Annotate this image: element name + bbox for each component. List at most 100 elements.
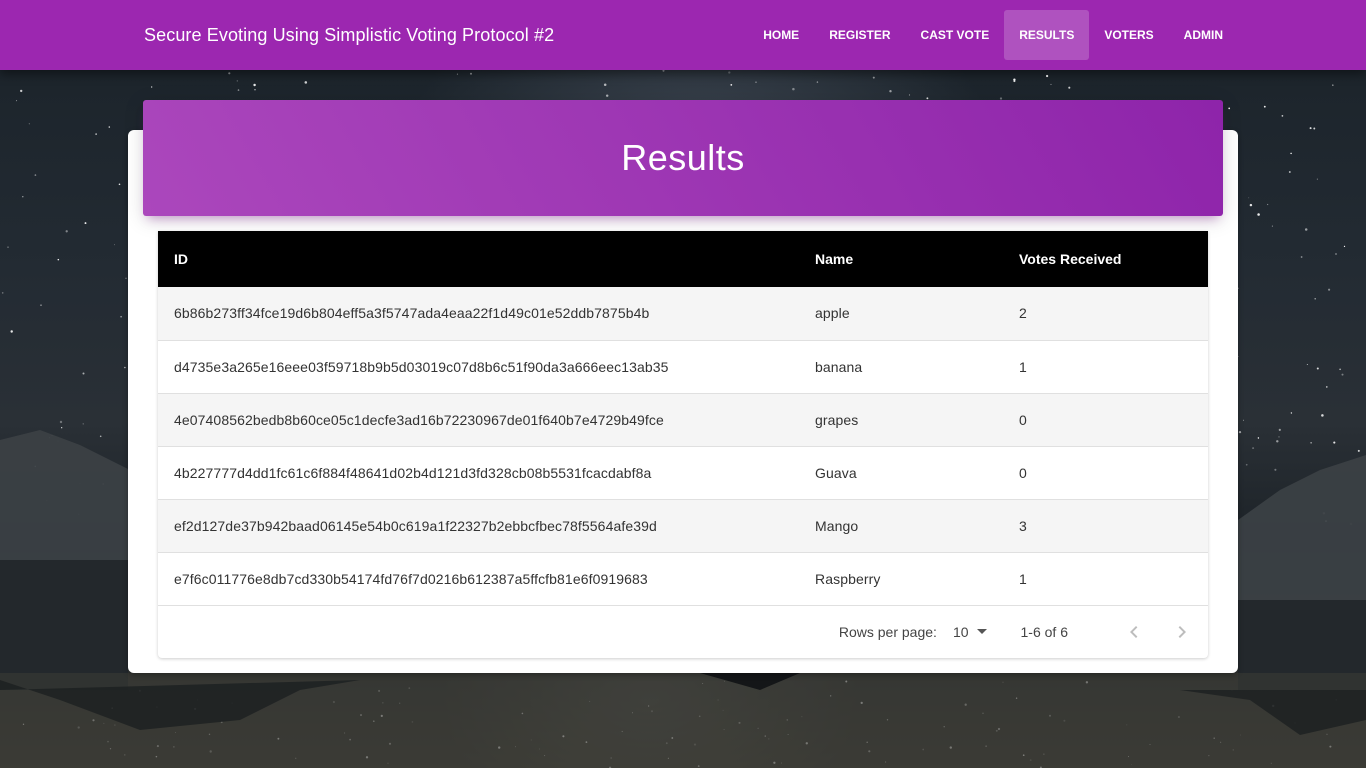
star [236, 80, 238, 82]
star [1304, 228, 1308, 231]
column-header-votes[interactable]: Votes Received [1003, 231, 1208, 287]
star [65, 230, 68, 233]
star [151, 86, 153, 88]
previous-page-button[interactable] [1122, 620, 1146, 644]
star [816, 81, 819, 83]
star [22, 196, 24, 198]
cell-id: d4735e3a265e16eee03f59718b9b5d03019c07d8… [174, 358, 669, 375]
star [456, 73, 458, 75]
table-row[interactable]: d4735e3a265e16eee03f59718b9b5d03019c07d8… [158, 340, 1208, 393]
star [1278, 428, 1281, 431]
brand-title[interactable]: Secure Evoting Using Simplistic Voting P… [144, 23, 554, 47]
nav-links: HOME REGISTER CAST VOTE RESULTS VOTERS A… [748, 10, 1238, 60]
cell-votes: 1 [1019, 358, 1027, 375]
star [1013, 80, 1016, 83]
star [1321, 414, 1324, 417]
star [1050, 83, 1052, 85]
star [82, 372, 85, 375]
rows-per-page-value[interactable]: 10 [953, 624, 969, 640]
nav-home[interactable]: HOME [748, 10, 814, 60]
chevron-left-icon [1130, 625, 1138, 638]
star [1252, 447, 1255, 450]
table-row[interactable]: ef2d127de37b942baad06145e54b0c619a1f2232… [158, 499, 1208, 552]
star [99, 435, 102, 438]
star [1339, 368, 1341, 371]
star [1263, 105, 1266, 108]
top-navbar: Secure Evoting Using Simplistic Voting P… [0, 0, 1366, 70]
column-header-name[interactable]: Name [799, 231, 1003, 287]
star [120, 315, 122, 318]
nav-cast-vote[interactable]: CAST VOTE [906, 10, 1005, 60]
cell-id: 4b227777d4dd1fc61c6f884f48641d02b4d121d3… [174, 464, 652, 481]
star [1343, 245, 1346, 248]
table-row[interactable]: 4b227777d4dd1fc61c6f884f48641d02b4d121d3… [158, 446, 1208, 499]
star [1276, 440, 1279, 443]
star [16, 100, 18, 102]
cell-id: 6b86b273ff34fce19d6b804eff5a3f5747ada4ea… [174, 305, 650, 322]
star [603, 83, 607, 86]
nav-admin[interactable]: ADMIN [1169, 10, 1238, 60]
star [1257, 437, 1260, 439]
star [1288, 171, 1291, 173]
star [1316, 178, 1318, 180]
star [95, 133, 97, 135]
star [1278, 436, 1280, 438]
rows-per-page-label: Rows per page: [838, 623, 937, 640]
page-title: Results [621, 137, 745, 178]
star [1238, 430, 1242, 434]
star [304, 81, 308, 84]
star [662, 69, 665, 72]
star [1274, 468, 1277, 471]
star [1333, 441, 1336, 444]
star [254, 89, 256, 91]
star [61, 427, 63, 429]
column-header-id[interactable]: ID [158, 231, 799, 287]
table-row[interactable]: 4e07408562bedb8b60ce05c1decfe3ad16b72230… [158, 393, 1208, 446]
cell-name: Guava [815, 464, 857, 481]
star [237, 89, 240, 91]
star [1314, 298, 1316, 300]
nav-register[interactable]: REGISTER [814, 10, 905, 60]
star [124, 366, 126, 369]
table-row[interactable]: e7f6c011776e8db7cd330b54174fd76f7d0216b6… [158, 552, 1208, 605]
star [84, 222, 87, 225]
star [34, 174, 37, 176]
table-row[interactable]: 6b86b273ff34fce19d6b804eff5a3f5747ada4ea… [158, 287, 1208, 340]
star [1271, 225, 1273, 227]
rows-per-page-select[interactable]: 10 [953, 624, 987, 640]
star [40, 304, 42, 306]
results-table-container: ID Name Votes Received 6b86b273ff34fce19… [158, 231, 1208, 658]
cell-name: grapes [815, 411, 859, 428]
star [1290, 412, 1293, 414]
dropdown-caret-icon[interactable] [976, 629, 987, 634]
chevron-right-icon [1178, 625, 1186, 638]
star [872, 76, 875, 79]
star [28, 123, 30, 125]
star [1306, 364, 1308, 365]
table-pagination: Rows per page: 10 1-6 of 6 [158, 606, 1208, 658]
star [1316, 367, 1319, 370]
next-page-button[interactable] [1170, 620, 1194, 644]
star [82, 423, 84, 425]
star [1357, 449, 1360, 452]
star [1068, 86, 1071, 89]
star [1310, 442, 1312, 444]
results-card-header: Results [143, 100, 1223, 216]
star [889, 90, 892, 93]
star [1290, 152, 1292, 155]
cell-id: ef2d127de37b942baad06145e54b0c619a1f2232… [174, 517, 657, 534]
cell-votes: 1 [1019, 570, 1027, 587]
star [728, 71, 731, 74]
star [1328, 288, 1331, 291]
star [1245, 463, 1248, 466]
cell-votes: 0 [1019, 411, 1027, 428]
nav-voters[interactable]: VOTERS [1089, 10, 1168, 60]
star [792, 87, 795, 91]
star [1243, 419, 1244, 421]
nav-results[interactable]: RESULTS [1004, 10, 1090, 60]
star [125, 277, 127, 279]
cell-id: 4e07408562bedb8b60ce05c1decfe3ad16b72230… [174, 411, 664, 428]
star [118, 183, 121, 186]
cell-name: Mango [815, 517, 859, 534]
table-header-row: ID Name Votes Received [158, 231, 1208, 287]
